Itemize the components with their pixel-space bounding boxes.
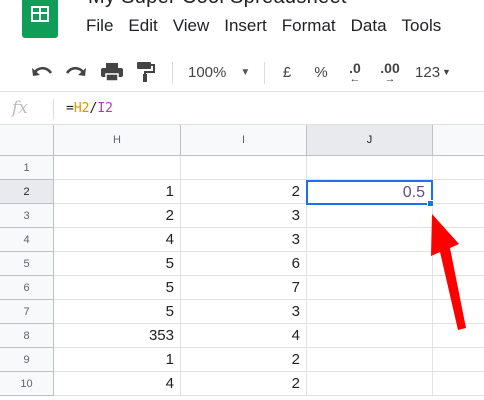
zoom-value: 100%	[188, 63, 227, 81]
cell-j9[interactable]	[307, 348, 433, 372]
undo-icon[interactable]	[28, 52, 56, 92]
more-formats-label: 123	[415, 63, 441, 81]
cell-i5[interactable]: 6	[181, 252, 307, 276]
cell-k3[interactable]	[433, 204, 484, 228]
spreadsheet-grid: H I J 1 2 1 2 3 2 3 4 4 3 5 5 6 6 5 7 7 5 3 8 353 4 9 1 2 10 4 2 0.…	[0, 125, 484, 400]
formula-bar: fx =H2/I2	[0, 93, 484, 125]
column-header-j[interactable]: J	[307, 125, 433, 156]
row-header-2[interactable]: 2	[0, 180, 54, 204]
cell-j8[interactable]	[307, 324, 433, 348]
toolbar-divider	[172, 62, 173, 84]
print-icon[interactable]	[98, 52, 126, 92]
cell-j10[interactable]	[307, 372, 433, 396]
formula-divider	[53, 99, 54, 119]
row-header-7[interactable]: 7	[0, 300, 54, 324]
toolbar-divider	[264, 62, 265, 84]
cell-k9[interactable]	[433, 348, 484, 372]
menu-bar: File Edit View Insert Format Data Tools	[86, 16, 456, 36]
menu-insert[interactable]: Insert	[224, 16, 275, 36]
menu-data[interactable]: Data	[351, 16, 395, 36]
cell-k7[interactable]	[433, 300, 484, 324]
cell-h6[interactable]: 5	[54, 276, 181, 300]
document-title[interactable]: My Super Cool Spreadsheet	[88, 0, 347, 9]
cell-i9[interactable]: 2	[181, 348, 307, 372]
cell-h10[interactable]: 4	[54, 372, 181, 396]
row-header-9[interactable]: 9	[0, 348, 54, 372]
cell-h3[interactable]: 2	[54, 204, 181, 228]
cell-k5[interactable]	[433, 252, 484, 276]
cell-k10[interactable]	[433, 372, 484, 396]
formula-prefix: =	[66, 101, 74, 116]
redo-icon[interactable]	[62, 52, 90, 92]
fx-icon: fx	[12, 98, 28, 118]
cell-j2[interactable]	[307, 180, 433, 204]
cell-i7[interactable]: 3	[181, 300, 307, 324]
zoom-select[interactable]: 100% ▼	[182, 52, 256, 92]
cell-k8[interactable]	[433, 324, 484, 348]
cell-i8[interactable]: 4	[181, 324, 307, 348]
cell-j4[interactable]	[307, 228, 433, 252]
cell-j6[interactable]	[307, 276, 433, 300]
row-header-8[interactable]: 8	[0, 324, 54, 348]
menu-file[interactable]: File	[86, 16, 121, 36]
paint-format-icon[interactable]	[133, 52, 159, 92]
menu-format[interactable]: Format	[282, 16, 344, 36]
toolbar: 100% ▼ £ % .0 ← .00 → 123 ▼	[0, 52, 484, 92]
chevron-down-icon: ▼	[442, 67, 451, 77]
menu-edit[interactable]: Edit	[128, 16, 165, 36]
cell-h8[interactable]: 353	[54, 324, 181, 348]
cell-i1[interactable]	[181, 156, 307, 180]
cell-k2[interactable]	[433, 180, 484, 204]
cell-h1[interactable]	[54, 156, 181, 180]
cell-h2[interactable]: 1	[54, 180, 181, 204]
cell-j1[interactable]	[307, 156, 433, 180]
cell-h9[interactable]: 1	[54, 348, 181, 372]
cell-i4[interactable]: 3	[181, 228, 307, 252]
sheets-logo-icon[interactable]	[22, 0, 58, 38]
more-formats-button[interactable]: 123 ▼	[410, 52, 456, 92]
cell-j3[interactable]	[307, 204, 433, 228]
arrow-left-icon: ←	[349, 73, 361, 85]
row-header-3[interactable]: 3	[0, 204, 54, 228]
cell-i6[interactable]: 7	[181, 276, 307, 300]
currency-button[interactable]: £	[276, 52, 298, 92]
column-header-i[interactable]: I	[181, 125, 307, 156]
column-header-h[interactable]: H	[54, 125, 181, 156]
formula-ref-i2: I2	[97, 101, 113, 116]
formula-ref-h2: H2	[73, 101, 90, 116]
cell-j5[interactable]	[307, 252, 433, 276]
cell-j7[interactable]	[307, 300, 433, 324]
cell-k4[interactable]	[433, 228, 484, 252]
menu-view[interactable]: View	[173, 16, 218, 36]
decrease-decimal-button[interactable]: .0 ←	[340, 52, 370, 92]
cell-i3[interactable]: 3	[181, 204, 307, 228]
row-header-6[interactable]: 6	[0, 276, 54, 300]
cell-k6[interactable]	[433, 276, 484, 300]
cell-h5[interactable]: 5	[54, 252, 181, 276]
fill-handle[interactable]	[427, 200, 434, 207]
formula-input[interactable]: =H2/I2	[66, 101, 113, 116]
app-header: My Super Cool Spreadsheet File Edit View…	[0, 0, 484, 52]
row-header-4[interactable]: 4	[0, 228, 54, 252]
chevron-down-icon: ▼	[240, 66, 251, 78]
arrow-right-icon: →	[384, 73, 396, 85]
select-all-corner[interactable]	[0, 125, 54, 156]
row-header-1[interactable]: 1	[0, 156, 54, 180]
menu-tools[interactable]: Tools	[402, 16, 450, 36]
column-header-next[interactable]	[433, 125, 484, 156]
cell-i10[interactable]: 2	[181, 372, 307, 396]
cell-k1[interactable]	[433, 156, 484, 180]
cell-h7[interactable]: 5	[54, 300, 181, 324]
cell-h4[interactable]: 4	[54, 228, 181, 252]
row-header-10[interactable]: 10	[0, 372, 54, 396]
cell-i2[interactable]: 2	[181, 180, 307, 204]
percent-button[interactable]: %	[310, 52, 332, 92]
row-header-5[interactable]: 5	[0, 252, 54, 276]
increase-decimal-button[interactable]: .00 →	[374, 52, 406, 92]
